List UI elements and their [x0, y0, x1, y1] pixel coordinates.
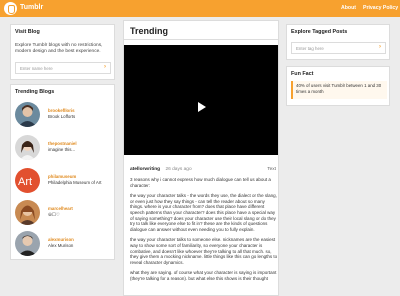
chevron-right-icon[interactable]: › — [104, 64, 106, 70]
blog-name-input[interactable] — [20, 65, 100, 72]
avatar[interactable] — [15, 135, 40, 160]
visit-blog-field: › — [15, 62, 111, 74]
explore-tagged-card: Explore Tagged Posts › — [286, 24, 390, 60]
divider — [124, 39, 278, 40]
blog-name[interactable]: philamuseum — [48, 174, 76, 179]
blog-name[interactable]: thepostnaniel — [48, 141, 77, 146]
fun-fact-card: Fun Fact 40% of users visit Tumblr betwe… — [286, 66, 390, 106]
chevron-right-icon[interactable]: › — [379, 44, 381, 50]
blog-description: Philadelphia Museum of Art — [48, 180, 102, 185]
post-body: 3 reasons why i cannot express how much … — [130, 177, 278, 287]
trending-blog-item[interactable]: Art philamuseum Philadelphia Museum of A… — [15, 168, 115, 198]
post-paragraph: the way your character talks to someone … — [130, 237, 278, 265]
trending-blog-item[interactable]: alexmurison Alex Murison — [15, 231, 115, 261]
avatar[interactable] — [15, 102, 40, 127]
post-time: 26 days ago — [165, 167, 192, 172]
svg-text:Art: Art — [18, 176, 32, 188]
trending-blogs-title: Trending Blogs — [15, 89, 55, 95]
brand-name[interactable]: Tumblr — [20, 4, 43, 11]
explore-tagged-title: Explore Tagged Posts — [291, 29, 348, 35]
play-icon[interactable] — [198, 102, 206, 112]
post-paragraph: the way your character talks - the words… — [130, 193, 277, 232]
trending-panel: Trending atellorwriting 26 days ago Text… — [123, 20, 279, 296]
trending-blog-item[interactable]: marcelheart ☮☐♡ — [15, 200, 115, 230]
avatar[interactable] — [15, 231, 40, 256]
blog-description: imagine this... — [48, 147, 76, 152]
visit-blog-card: Visit Blog Explore Tumblr blogs with no … — [10, 24, 115, 80]
blog-name[interactable]: alexmurison — [48, 237, 74, 242]
blog-description: Brook Lofforts — [48, 114, 76, 119]
post-meta: atellorwriting 26 days ago Text — [130, 167, 276, 172]
post-paragraph: what they are saying. of course what you… — [130, 270, 277, 281]
visit-blog-title: Visit Blog — [15, 29, 40, 35]
tag-field: › — [291, 42, 386, 54]
avatar[interactable] — [15, 200, 40, 225]
tumblr-logo-icon[interactable] — [4, 2, 17, 15]
blog-name[interactable]: brookeflloris — [48, 108, 75, 113]
fun-fact-title: Fun Fact — [291, 71, 314, 77]
top-bar: Tumblr About Privacy Policy — [0, 0, 400, 17]
tag-input[interactable] — [296, 45, 376, 52]
nav-about-link[interactable]: About — [341, 5, 356, 11]
trending-blog-item[interactable]: thepostnaniel imagine this... — [15, 135, 115, 165]
trending-title: Trending — [130, 26, 168, 36]
post-type: Text — [267, 167, 276, 172]
blog-description: Alex Murison — [48, 243, 74, 248]
post-author[interactable]: atellorwriting — [130, 167, 160, 172]
video-player[interactable] — [124, 45, 278, 155]
visit-blog-description: Explore Tumblr blogs with no restriction… — [15, 43, 103, 54]
nav-privacy-link[interactable]: Privacy Policy — [363, 5, 398, 11]
art-logo-avatar[interactable]: Art — [15, 168, 40, 193]
trending-blogs-card: Trending Blogs brookeflloris Brook Loffo… — [10, 84, 115, 260]
post-paragraph: 3 reasons why i cannot express how much … — [130, 177, 271, 188]
trending-blog-item[interactable]: brookeflloris Brook Lofforts — [15, 102, 115, 132]
fun-fact-text: 40% of users visit Tumblr between 1 and … — [291, 81, 387, 99]
blog-description: ☮☐♡ — [48, 212, 60, 217]
blog-name[interactable]: marcelheart — [48, 206, 73, 211]
